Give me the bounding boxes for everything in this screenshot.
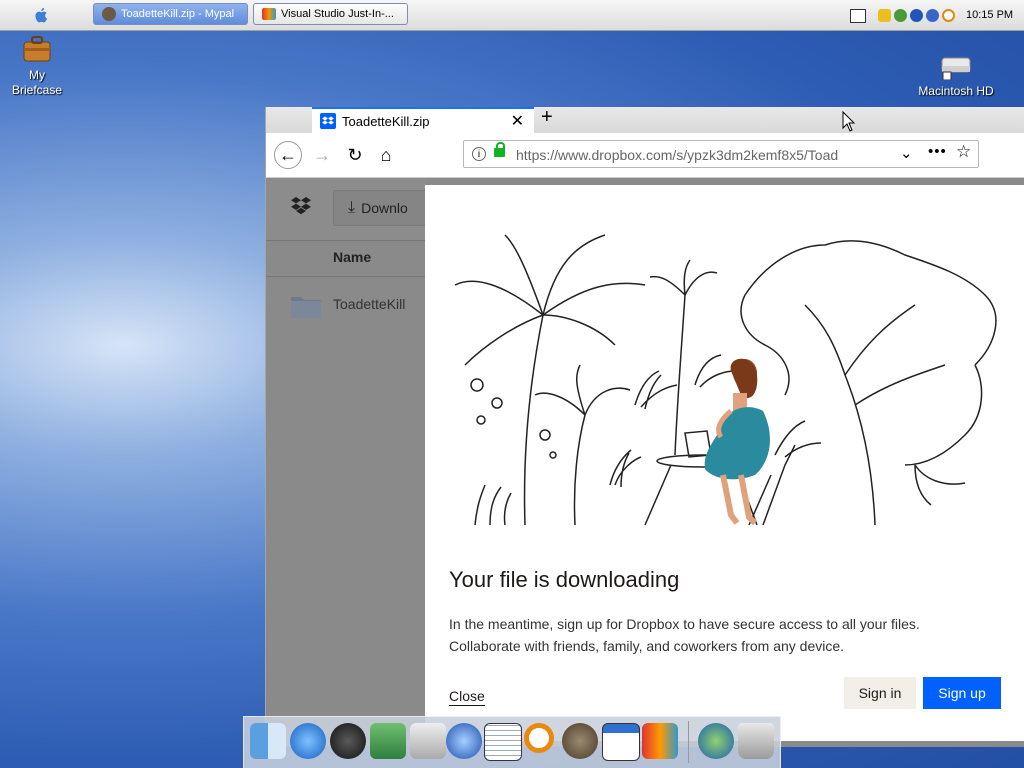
dropbox-tab-icon xyxy=(320,113,336,129)
globe-icon[interactable] xyxy=(698,723,734,759)
desktop-icon-my-briefcase[interactable]: My Briefcase xyxy=(6,32,68,98)
mouse-cursor-icon xyxy=(842,111,856,132)
page-toolbar: ⤓ Downlo xyxy=(266,178,433,241)
browser-window: ToadetteKill.zip ✕ + ← → ↻ ⌂ i https://w… xyxy=(265,106,1024,747)
desktop-icon-label: My Briefcase xyxy=(11,68,63,97)
search-icon[interactable] xyxy=(942,8,955,22)
download-icon: ⤓ xyxy=(348,199,356,216)
lock-icon xyxy=(494,142,505,157)
sign-up-button[interactable]: Sign up xyxy=(923,677,1001,709)
new-tab-icon[interactable]: + xyxy=(541,106,553,129)
tab-strip: ToadetteKill.zip ✕ + xyxy=(266,106,1024,133)
apple-menu-icon[interactable] xyxy=(32,6,52,24)
visual-studio-icon xyxy=(262,8,276,20)
graph-icon[interactable] xyxy=(484,723,522,761)
url-bar[interactable]: i https://www.dropbox.com/s/ypzk3dm2kemf… xyxy=(463,140,979,168)
desktop-icon-label: Macintosh HD xyxy=(918,84,994,98)
network-icon[interactable] xyxy=(894,8,907,22)
feather-icon[interactable] xyxy=(926,8,939,22)
shield-icon[interactable] xyxy=(878,8,891,22)
list-item[interactable]: ToadetteKill xyxy=(290,293,405,324)
modal-description: In the meantime, sign up for Dropbox to … xyxy=(449,616,920,654)
briefcase-icon xyxy=(23,36,51,62)
itunes-icon[interactable] xyxy=(330,723,366,759)
column-header-name[interactable]: Name xyxy=(333,249,371,265)
tab-toadettekill[interactable]: ToadetteKill.zip ✕ xyxy=(312,107,534,133)
dock xyxy=(243,716,781,768)
home-icon[interactable]: ⌂ xyxy=(372,141,400,169)
finder-icon[interactable] xyxy=(250,723,286,759)
download-button[interactable]: ⤓ Downlo xyxy=(333,190,433,226)
raccoon-icon[interactable] xyxy=(562,723,598,759)
desktop-icon-macintosh-hd[interactable]: Macintosh HD xyxy=(918,52,994,99)
task-label: Visual Studio Just-In-... xyxy=(281,8,394,20)
close-button[interactable]: Close xyxy=(449,688,485,706)
app-icon[interactable] xyxy=(642,723,678,759)
reload-icon[interactable]: ↻ xyxy=(341,141,369,169)
garden-illustration xyxy=(454,234,997,526)
sync-icon[interactable] xyxy=(910,8,923,22)
keyboard-icon[interactable] xyxy=(850,9,866,23)
dock-separator xyxy=(688,721,689,763)
folder-name: ToadetteKill xyxy=(333,296,406,312)
task-button-visual-studio[interactable]: Visual Studio Just-In-... xyxy=(253,3,408,25)
forward-icon[interactable]: → xyxy=(308,141,336,169)
close-tab-icon[interactable]: ✕ xyxy=(511,111,524,131)
search-icon[interactable] xyxy=(524,723,554,753)
dropbox-page: ⤓ Downlo Name ToadetteKill Your file is … xyxy=(266,178,1024,747)
raccoon-icon xyxy=(102,7,116,21)
folder-icon xyxy=(291,297,321,318)
system-tray: 10:15 PM xyxy=(878,2,1024,28)
system-preferences-icon[interactable] xyxy=(410,723,446,759)
tab-title: ToadetteKill.zip xyxy=(342,113,430,129)
download-label: Downlo xyxy=(361,200,408,216)
safari-icon[interactable] xyxy=(290,723,326,759)
task-label: ToadetteKill.zip - Mypal xyxy=(121,8,235,20)
info-icon[interactable]: i xyxy=(472,147,486,161)
sign-in-button[interactable]: Sign in xyxy=(844,677,916,709)
window-icon[interactable] xyxy=(602,723,640,761)
taskbar: ToadetteKill.zip - Mypal Visual Studio J… xyxy=(0,0,1024,31)
trash-icon[interactable] xyxy=(738,723,774,759)
url-text[interactable]: https://www.dropbox.com/s/ypzk3dm2kemf8x… xyxy=(516,147,892,163)
hard-drive-icon xyxy=(941,57,971,81)
star-icon[interactable]: ☆ xyxy=(956,142,971,162)
modal-title: Your file is downloading xyxy=(449,567,680,592)
clock: 10:15 PM xyxy=(966,9,1014,21)
download-modal: Your file is downloading In the meantime… xyxy=(425,185,1024,741)
chevron-down-icon[interactable]: ⌄ xyxy=(900,144,913,162)
more-icon[interactable]: ••• xyxy=(928,143,947,160)
iphoto-icon[interactable] xyxy=(370,723,406,759)
dropbox-logo-icon[interactable] xyxy=(290,196,312,216)
task-button-mypal[interactable]: ToadetteKill.zip - Mypal xyxy=(93,3,248,25)
divider xyxy=(266,276,426,277)
nav-bar: ← → ↻ ⌂ i https://www.dropbox.com/s/ypzk… xyxy=(266,133,1024,178)
feather-icon[interactable] xyxy=(446,723,482,759)
back-icon[interactable]: ← xyxy=(274,141,302,169)
